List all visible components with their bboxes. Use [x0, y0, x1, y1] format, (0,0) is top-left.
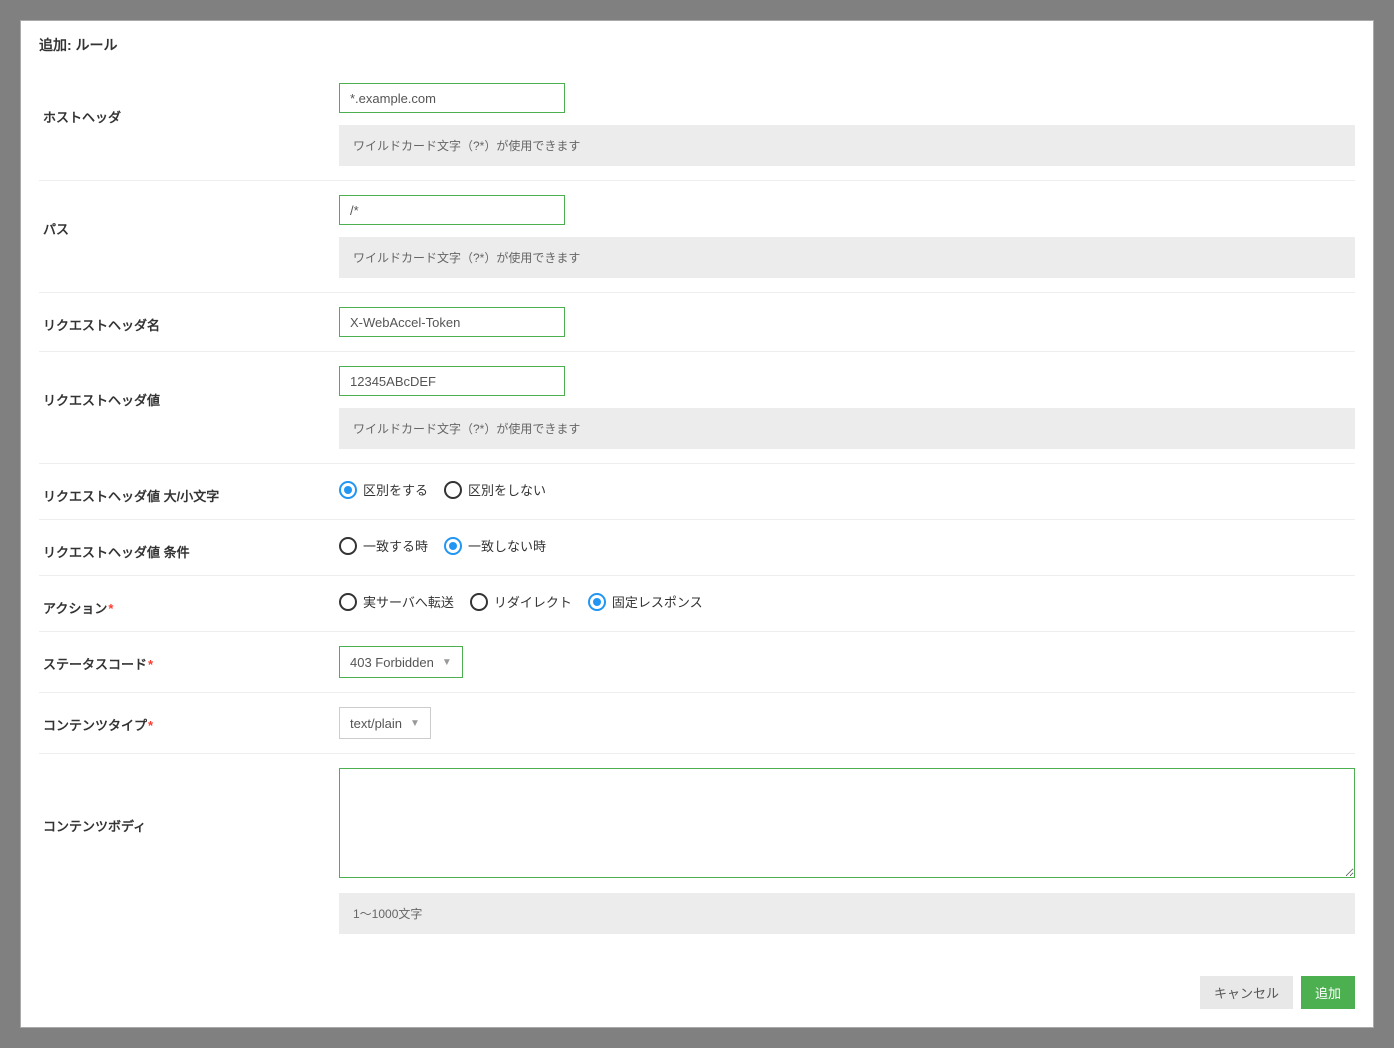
host-header-hint: ワイルドカード文字（?*）が使用できます: [339, 125, 1355, 166]
required-marker: *: [148, 718, 153, 733]
radio-case-distinguish[interactable]: 区別をする: [339, 480, 428, 499]
control-content-type: text/plain ▼: [339, 707, 1355, 739]
label-request-header-name: リクエストヘッダ名: [39, 307, 339, 334]
content-type-select[interactable]: text/plain ▼: [339, 707, 431, 739]
path-hint: ワイルドカード文字（?*）が使用できます: [339, 237, 1355, 278]
content-body-textarea[interactable]: [339, 768, 1355, 878]
label-action: アクション*: [39, 590, 339, 617]
submit-button[interactable]: 追加: [1301, 976, 1355, 1009]
label-condition: リクエストヘッダ値 条件: [39, 534, 339, 561]
label-content-body: コンテンツボディ: [39, 768, 339, 835]
radio-action-fixed[interactable]: 固定レスポンス: [588, 592, 703, 611]
radio-label: 区別をする: [363, 480, 428, 499]
radio-icon: [588, 593, 606, 611]
label-request-header-value: リクエストヘッダ値: [39, 366, 339, 409]
row-host-header: ホストヘッダ ワイルドカード文字（?*）が使用できます: [39, 69, 1355, 181]
control-path: ワイルドカード文字（?*）が使用できます: [339, 195, 1355, 278]
chevron-down-icon: ▼: [442, 657, 452, 668]
radio-label: 区別をしない: [468, 480, 546, 499]
row-content-type: コンテンツタイプ* text/plain ▼: [39, 693, 1355, 754]
label-status-code: ステータスコード*: [39, 646, 339, 673]
radio-icon: [444, 537, 462, 555]
radio-icon: [339, 593, 357, 611]
label-content-type-text: コンテンツタイプ: [43, 718, 147, 733]
request-header-value-input[interactable]: [339, 366, 565, 396]
request-header-value-hint: ワイルドカード文字（?*）が使用できます: [339, 408, 1355, 449]
radio-label: 実サーバへ転送: [363, 592, 454, 611]
radio-group-condition: 一致する時 一致しない時: [339, 534, 1355, 555]
control-action: 実サーバへ転送 リダイレクト 固定レスポンス: [339, 590, 1355, 611]
radio-label: 固定レスポンス: [612, 592, 703, 611]
radio-icon: [444, 481, 462, 499]
radio-label: 一致する時: [363, 536, 428, 555]
radio-case-no-distinguish[interactable]: 区別をしない: [444, 480, 546, 499]
control-request-header-name: [339, 307, 1355, 337]
label-content-type: コンテンツタイプ*: [39, 707, 339, 734]
radio-label: 一致しない時: [468, 536, 546, 555]
control-condition: 一致する時 一致しない時: [339, 534, 1355, 555]
row-status-code: ステータスコード* 403 Forbidden ▼: [39, 632, 1355, 693]
label-status-code-text: ステータスコード: [43, 657, 147, 672]
row-content-body: コンテンツボディ 1〜1000文字: [39, 754, 1355, 948]
row-action: アクション* 実サーバへ転送 リダイレクト 固定レスポンス: [39, 576, 1355, 632]
dialog-footer: キャンセル 追加: [21, 968, 1373, 1027]
radio-group-case: 区別をする 区別をしない: [339, 478, 1355, 499]
request-header-name-input[interactable]: [339, 307, 565, 337]
label-action-text: アクション: [43, 601, 107, 616]
control-status-code: 403 Forbidden ▼: [339, 646, 1355, 678]
chevron-down-icon: ▼: [410, 718, 420, 729]
radio-icon: [470, 593, 488, 611]
row-request-header-name: リクエストヘッダ名: [39, 293, 1355, 352]
radio-condition-no-match[interactable]: 一致しない時: [444, 536, 546, 555]
required-marker: *: [148, 657, 153, 672]
form-body: ホストヘッダ ワイルドカード文字（?*）が使用できます パス ワイルドカード文字…: [21, 69, 1373, 968]
select-value: text/plain: [350, 716, 402, 731]
add-rule-dialog: 追加: ルール ホストヘッダ ワイルドカード文字（?*）が使用できます パス ワ…: [20, 20, 1374, 1028]
content-body-hint: 1〜1000文字: [339, 893, 1355, 934]
label-case-sensitivity: リクエストヘッダ値 大/小文字: [39, 478, 339, 505]
radio-icon: [339, 537, 357, 555]
status-code-select[interactable]: 403 Forbidden ▼: [339, 646, 463, 678]
radio-condition-match[interactable]: 一致する時: [339, 536, 428, 555]
path-input[interactable]: [339, 195, 565, 225]
row-request-header-value: リクエストヘッダ値 ワイルドカード文字（?*）が使用できます: [39, 352, 1355, 464]
row-condition: リクエストヘッダ値 条件 一致する時 一致しない時: [39, 520, 1355, 576]
radio-group-action: 実サーバへ転送 リダイレクト 固定レスポンス: [339, 590, 1355, 611]
row-path: パス ワイルドカード文字（?*）が使用できます: [39, 181, 1355, 293]
host-header-input[interactable]: [339, 83, 565, 113]
label-path: パス: [39, 195, 339, 238]
radio-label: リダイレクト: [494, 592, 572, 611]
dialog-title: 追加: ルール: [21, 21, 1373, 69]
control-host-header: ワイルドカード文字（?*）が使用できます: [339, 83, 1355, 166]
row-case-sensitivity: リクエストヘッダ値 大/小文字 区別をする 区別をしない: [39, 464, 1355, 520]
select-value: 403 Forbidden: [350, 655, 434, 670]
control-content-body: 1〜1000文字: [339, 768, 1355, 934]
control-case-sensitivity: 区別をする 区別をしない: [339, 478, 1355, 499]
cancel-button[interactable]: キャンセル: [1200, 976, 1293, 1009]
radio-action-forward[interactable]: 実サーバへ転送: [339, 592, 454, 611]
control-request-header-value: ワイルドカード文字（?*）が使用できます: [339, 366, 1355, 449]
radio-icon: [339, 481, 357, 499]
label-host-header: ホストヘッダ: [39, 83, 339, 126]
required-marker: *: [108, 601, 113, 616]
radio-action-redirect[interactable]: リダイレクト: [470, 592, 572, 611]
